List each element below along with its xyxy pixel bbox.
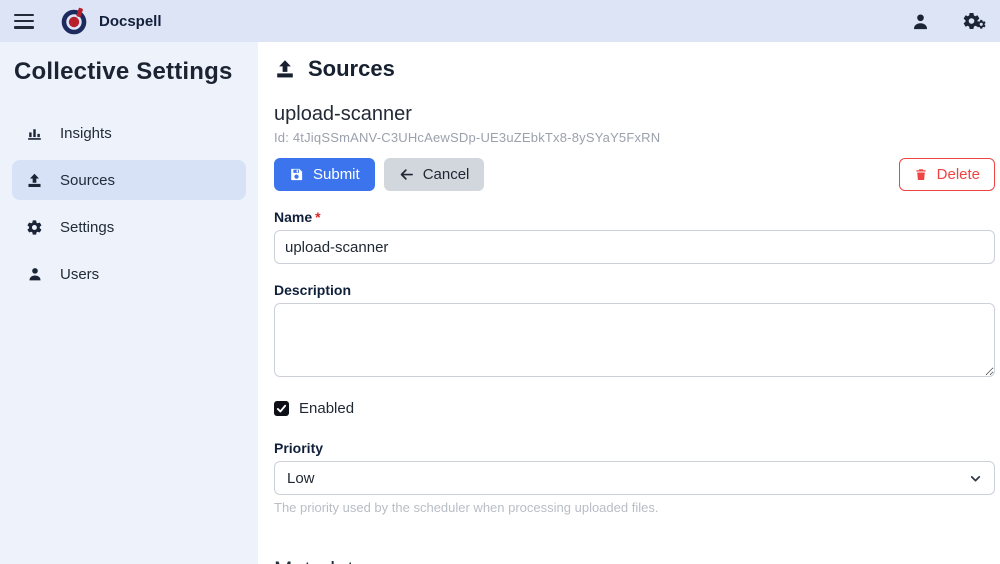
required-marker: *	[315, 209, 320, 225]
cancel-button-label: Cancel	[423, 166, 470, 183]
user-icon	[26, 266, 43, 282]
description-textarea[interactable]	[274, 303, 995, 377]
priority-selected-value: Low	[287, 470, 315, 487]
save-icon	[289, 167, 304, 182]
name-label: Name*	[274, 209, 995, 225]
sidebar-item-settings[interactable]: Settings	[12, 207, 246, 247]
source-id: Id: 4tJiqSSmANV-C3UHcAewSDp-UE3uZEbkTx8-…	[274, 130, 995, 145]
enabled-field-group: Enabled	[274, 400, 995, 417]
name-field-group: Name*	[274, 209, 995, 264]
brand-link[interactable]: Docspell	[60, 7, 162, 35]
trash-icon	[914, 167, 928, 182]
docspell-logo-icon	[60, 7, 88, 35]
name-input[interactable]	[274, 230, 995, 264]
sidebar-item-users[interactable]: Users	[12, 254, 246, 294]
sidebar-title: Collective Settings	[14, 58, 244, 86]
metadata-section-heading: Metadata	[274, 557, 995, 564]
submit-button-label: Submit	[313, 166, 360, 183]
upload-icon	[26, 172, 43, 189]
chart-bar-icon	[26, 125, 43, 142]
delete-button-label: Delete	[937, 166, 980, 183]
admin-cogs-icon[interactable]	[962, 11, 986, 31]
priority-field-group: Priority Low The priority used by the sc…	[274, 440, 995, 515]
priority-select[interactable]: Low	[274, 461, 995, 495]
sidebar: Collective Settings Insights Sources	[0, 42, 258, 564]
submit-button[interactable]: Submit	[274, 158, 375, 191]
button-row: Submit Cancel Delete	[274, 158, 995, 191]
sidebar-item-label: Users	[60, 266, 99, 283]
sidebar-item-label: Settings	[60, 219, 114, 236]
user-account-icon[interactable]	[911, 12, 930, 31]
cancel-button[interactable]: Cancel	[384, 158, 485, 191]
source-name-heading: upload-scanner	[274, 103, 995, 126]
enabled-label: Enabled	[299, 400, 354, 417]
page-title: Sources	[308, 56, 395, 82]
brand-name: Docspell	[99, 13, 162, 30]
gear-icon	[26, 219, 43, 236]
priority-help-text: The priority used by the scheduler when …	[274, 500, 995, 515]
topbar: Docspell	[0, 0, 1000, 42]
sidebar-item-label: Insights	[60, 125, 112, 142]
description-field-group: Description	[274, 282, 995, 382]
enabled-checkbox[interactable]	[274, 401, 289, 416]
arrow-left-icon	[399, 167, 414, 182]
priority-label: Priority	[274, 440, 995, 456]
delete-button[interactable]: Delete	[899, 158, 995, 191]
upload-icon	[274, 58, 296, 80]
chevron-down-icon	[969, 472, 982, 485]
sidebar-item-label: Sources	[60, 172, 115, 189]
hamburger-menu-icon[interactable]	[14, 14, 34, 29]
page-title-row: Sources	[274, 56, 995, 82]
description-label: Description	[274, 282, 995, 298]
main-content: Sources upload-scanner Id: 4tJiqSSmANV-C…	[258, 42, 1000, 564]
sidebar-item-sources[interactable]: Sources	[12, 160, 246, 200]
sidebar-item-insights[interactable]: Insights	[12, 113, 246, 153]
